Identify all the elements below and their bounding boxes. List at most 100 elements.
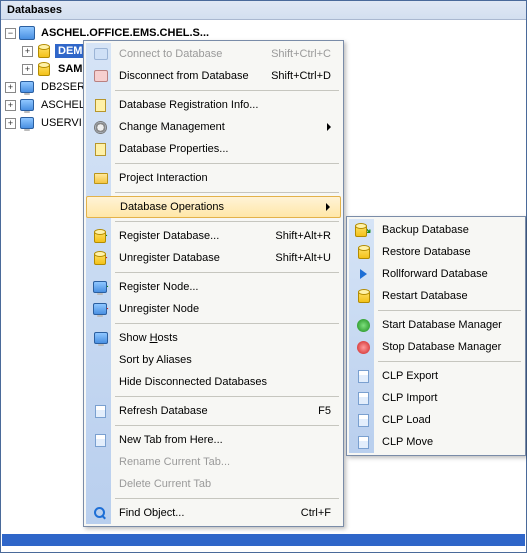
menu-separator <box>115 221 339 222</box>
menu-label: CLP Import <box>376 392 513 404</box>
submenu-clp-load[interactable]: CLP Load <box>349 409 523 431</box>
menu-db-properties[interactable]: Database Properties... <box>86 138 341 160</box>
menu-database-operations[interactable]: Database Operations <box>86 196 341 218</box>
menu-shortcut: Shift+Alt+U <box>259 252 331 264</box>
menu-label: Database Registration Info... <box>113 99 331 111</box>
tree-item-label: ASCHEL <box>38 98 88 112</box>
menu-label: Show Hosts <box>113 332 331 344</box>
expand-icon[interactable]: + <box>5 118 16 129</box>
disconnect-icon <box>88 70 113 82</box>
submenu-backup-db[interactable]: ↘ Backup Database <box>349 219 523 241</box>
menu-separator <box>115 396 339 397</box>
database-icon <box>36 43 52 59</box>
clp-load-icon <box>351 414 376 427</box>
menu-show-hosts[interactable]: Show Hosts Show Hosts <box>86 327 341 349</box>
registration-icon <box>88 99 113 112</box>
menu-label: Register Node... <box>113 281 331 293</box>
menu-label: Disconnect from Database <box>113 70 255 82</box>
expand-icon[interactable]: + <box>5 100 16 111</box>
server-icon <box>19 79 35 95</box>
clp-move-icon <box>351 436 376 449</box>
menu-shortcut: Ctrl+F <box>285 507 331 519</box>
menu-separator <box>115 323 339 324</box>
menu-label: Sort by Aliases <box>113 354 331 366</box>
menu-register-db[interactable]: + Register Database... Shift+Alt+R <box>86 225 341 247</box>
submenu-clp-import[interactable]: CLP Import <box>349 387 523 409</box>
expand-icon[interactable]: + <box>22 46 33 57</box>
menu-label: Change Management <box>113 121 319 133</box>
connect-icon <box>88 48 113 60</box>
menu-label: Rollforward Database <box>376 268 513 280</box>
menu-label: Delete Current Tab <box>113 478 331 490</box>
menu-refresh-db[interactable]: Refresh Database F5 <box>86 400 341 422</box>
menu-new-tab[interactable]: New Tab from Here... <box>86 429 341 451</box>
collapse-icon[interactable]: − <box>5 28 16 39</box>
menu-sort-by-aliases[interactable]: Sort by Aliases <box>86 349 341 371</box>
expand-icon[interactable]: + <box>22 64 33 75</box>
submenu-clp-export[interactable]: CLP Export <box>349 365 523 387</box>
menu-unregister-node[interactable]: − Unregister Node <box>86 298 341 320</box>
menu-rename-tab: Rename Current Tab... <box>86 451 341 473</box>
menu-label: Unregister Node <box>113 303 331 315</box>
change-mgmt-icon <box>88 121 113 134</box>
new-tab-icon <box>88 434 113 447</box>
refresh-icon <box>88 405 113 418</box>
menu-shortcut: Shift+Ctrl+C <box>255 48 331 60</box>
menu-label: New Tab from Here... <box>113 434 331 446</box>
menu-project-interaction[interactable]: Project Interaction <box>86 167 341 189</box>
start-icon <box>351 319 376 332</box>
submenu-start-db-manager[interactable]: Start Database Manager <box>349 314 523 336</box>
clp-import-icon <box>351 392 376 405</box>
menu-hide-disconnected[interactable]: Hide Disconnected Databases <box>86 371 341 393</box>
menu-label: Project Interaction <box>113 172 331 184</box>
server-icon <box>19 25 35 41</box>
menu-separator <box>378 361 521 362</box>
find-icon <box>88 507 113 520</box>
menu-find-object[interactable]: Find Object... Ctrl+F <box>86 502 341 524</box>
tree-item-label: DB2SER <box>38 80 88 94</box>
menu-label: Start Database Manager <box>376 319 513 331</box>
menu-shortcut: Shift+Ctrl+D <box>255 70 331 82</box>
menu-disconnect-db[interactable]: Disconnect from Database Shift+Ctrl+D <box>86 65 341 87</box>
restart-icon <box>351 290 376 303</box>
register-db-icon: + <box>88 230 113 243</box>
submenu-restore-db[interactable]: Restore Database <box>349 241 523 263</box>
show-hosts-icon <box>88 332 113 344</box>
backup-icon: ↘ <box>351 224 376 237</box>
submenu-database-operations: ↘ Backup Database Restore Database Rollf… <box>346 216 526 456</box>
menu-label: Database Properties... <box>113 143 331 155</box>
submenu-restart-db[interactable]: Restart Database <box>349 285 523 307</box>
menu-db-registration-info[interactable]: Database Registration Info... <box>86 94 341 116</box>
menu-shortcut: Shift+Alt+R <box>259 230 331 242</box>
server-icon <box>19 115 35 131</box>
menu-label: Rename Current Tab... <box>113 456 331 468</box>
menu-delete-tab: Delete Current Tab <box>86 473 341 495</box>
bottom-band <box>2 534 525 546</box>
menu-separator <box>115 425 339 426</box>
menu-label: Restart Database <box>376 290 513 302</box>
context-menu: Connect to Database Shift+Ctrl+C Disconn… <box>83 40 344 527</box>
menu-change-management[interactable]: Change Management <box>86 116 341 138</box>
submenu-clp-move[interactable]: CLP Move <box>349 431 523 453</box>
menu-label: Register Database... <box>113 230 259 242</box>
menu-label: Connect to Database <box>113 48 255 60</box>
menu-register-node[interactable]: + Register Node... <box>86 276 341 298</box>
menu-label: Find Object... <box>113 507 285 519</box>
panel-title: Databases <box>1 1 526 20</box>
submenu-rollforward-db[interactable]: Rollforward Database <box>349 263 523 285</box>
expand-icon[interactable]: + <box>5 82 16 93</box>
menu-connect-db: Connect to Database Shift+Ctrl+C <box>86 43 341 65</box>
submenu-arrow-icon <box>326 203 330 211</box>
unregister-db-icon: − <box>88 252 113 265</box>
server-icon <box>19 97 35 113</box>
register-node-icon: + <box>88 281 113 293</box>
menu-label: Restore Database <box>376 246 513 258</box>
menu-unregister-db[interactable]: − Unregister Database Shift+Alt+U <box>86 247 341 269</box>
rollforward-icon <box>351 269 376 279</box>
menu-separator <box>115 192 339 193</box>
menu-label: Backup Database <box>376 224 513 236</box>
submenu-stop-db-manager[interactable]: Stop Database Manager <box>349 336 523 358</box>
submenu-arrow-icon <box>327 123 331 131</box>
tree-root-label: ASCHEL.OFFICE.EMS.CHEL.S... <box>38 26 212 40</box>
menu-label: Unregister Database <box>113 252 259 264</box>
